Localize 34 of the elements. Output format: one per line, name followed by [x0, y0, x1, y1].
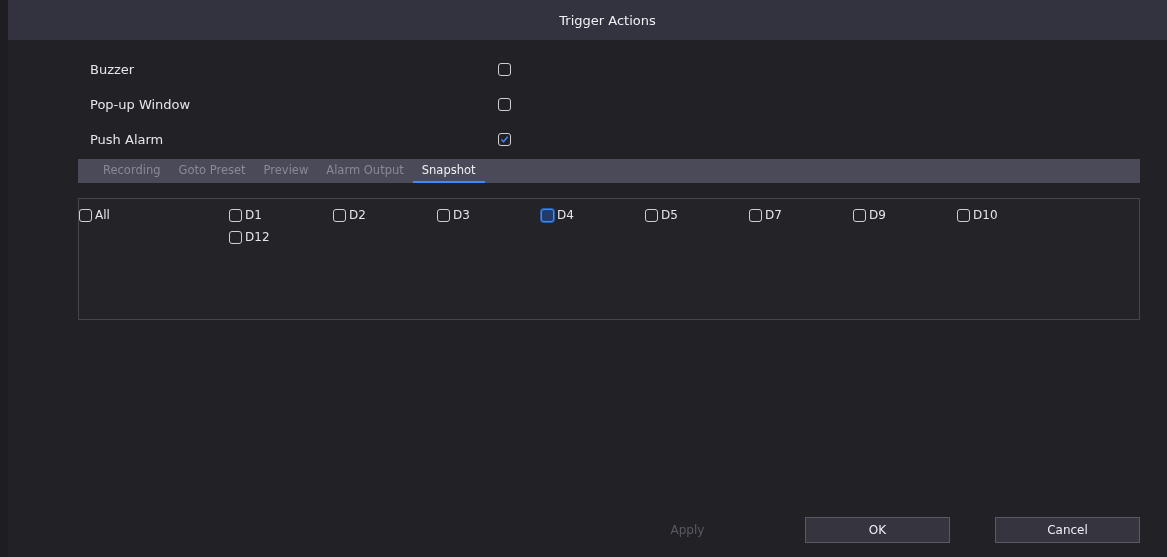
option-label: Pop-up Window — [90, 97, 192, 112]
checkbox[interactable] — [229, 230, 242, 244]
checkbox[interactable] — [229, 208, 242, 222]
option-label: Push Alarm — [90, 132, 165, 147]
checkbox[interactable] — [645, 208, 658, 222]
checkbox[interactable] — [749, 208, 762, 222]
checkbox-label: D4 — [557, 208, 574, 222]
checkbox[interactable] — [853, 208, 866, 222]
tab[interactable]: Preview — [254, 159, 318, 183]
checkbox-label: All — [95, 208, 110, 222]
tab[interactable]: Recording — [94, 159, 170, 183]
dialog-button[interactable]: OK — [805, 517, 950, 543]
checkbox-label: D3 — [453, 208, 470, 222]
option-label: Buzzer — [90, 62, 136, 77]
checkbox[interactable] — [498, 133, 511, 146]
tab[interactable]: Alarm Output — [317, 159, 413, 183]
tab[interactable]: Goto Preset — [169, 159, 255, 183]
checkbox[interactable] — [79, 208, 92, 222]
checkbox-label: D2 — [349, 208, 366, 222]
checkbox-label: D12 — [245, 230, 270, 244]
checkbox-label: D1 — [245, 208, 262, 222]
checkbox-label: D10 — [973, 208, 998, 222]
tab[interactable]: Snapshot — [412, 159, 485, 183]
checkbox[interactable] — [498, 63, 511, 76]
checkbox-label: D5 — [661, 208, 678, 222]
checkbox[interactable] — [333, 208, 346, 222]
window-title: Trigger Actions — [8, 0, 1167, 40]
checkbox-label: D7 — [765, 208, 782, 222]
dialog-button[interactable]: Cancel — [995, 517, 1140, 543]
checkbox[interactable] — [541, 208, 554, 222]
checkbox[interactable] — [957, 208, 970, 222]
checkbox-label: D9 — [869, 208, 886, 222]
checkbox[interactable] — [437, 208, 450, 222]
checkbox[interactable] — [498, 98, 511, 111]
